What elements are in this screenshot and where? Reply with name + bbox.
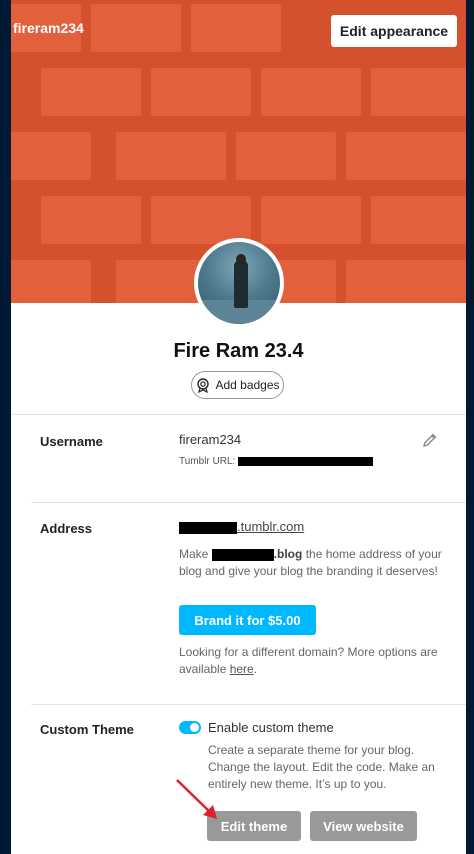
brick <box>11 260 91 303</box>
brick <box>236 132 336 180</box>
more-options-label: Looking for a different domain? More opt… <box>179 645 438 676</box>
address-label: Address <box>40 521 93 536</box>
make-prefix: Make <box>179 547 209 561</box>
brick <box>41 68 141 116</box>
brick <box>261 68 361 116</box>
avatar[interactable] <box>194 238 284 328</box>
redacted-domain <box>179 521 237 534</box>
username-value: fireram234 <box>179 432 242 447</box>
toggle-label: Enable custom theme <box>208 720 334 735</box>
brick <box>371 196 466 244</box>
custom-theme-label: Custom Theme <box>40 722 134 737</box>
custom-theme-description: Create a separate theme for your blog. C… <box>208 743 435 791</box>
make-blog: .blog <box>273 547 303 561</box>
here-link[interactable]: here <box>230 662 254 676</box>
more-options-text: Looking for a different domain? More opt… <box>179 644 449 678</box>
brick <box>151 68 251 116</box>
brick <box>41 196 141 244</box>
divider <box>11 414 466 415</box>
tumblr-url-label: Tumblr URL: <box>179 456 236 467</box>
enable-custom-theme-toggle[interactable] <box>179 721 201 734</box>
redacted-url <box>238 456 374 466</box>
period: . <box>253 662 258 676</box>
blog-settings-panel: fireram234 Edit appearance Fire Ram 23.4… <box>11 0 466 854</box>
brick <box>116 132 226 180</box>
redacted-blog-name <box>211 548 274 561</box>
brick <box>151 196 251 244</box>
brick <box>261 196 361 244</box>
blog-title: Fire Ram 23.4 <box>173 340 304 362</box>
edit-appearance-button[interactable]: Edit appearance <box>331 15 457 47</box>
domain-link[interactable]: .tumblr.com <box>237 519 304 534</box>
address-description: Make .blog the home address of your blog… <box>179 546 449 580</box>
blog-name: fireram234 <box>13 20 84 36</box>
brick <box>346 260 466 303</box>
address-value: .tumblr.com <box>179 519 304 534</box>
brick <box>191 4 281 52</box>
add-badges-label: Add badges <box>215 378 280 392</box>
tumblr-url-row: Tumblr URL: <box>179 456 374 467</box>
brick <box>91 4 181 52</box>
avatar-figure <box>234 260 248 308</box>
brick <box>11 132 91 180</box>
divider <box>31 704 466 705</box>
brick <box>371 68 466 116</box>
pencil-icon[interactable] <box>422 432 438 448</box>
badge-icon <box>197 378 210 393</box>
brick <box>346 132 466 180</box>
view-website-button[interactable]: View website <box>310 811 417 841</box>
divider <box>31 502 466 503</box>
add-badges-button[interactable]: Add badges <box>191 371 284 399</box>
username-label: Username <box>40 434 103 449</box>
avatar-head <box>236 254 246 264</box>
red-arrow-annotation <box>176 779 217 819</box>
brand-it-button[interactable]: Brand it for $5.00 <box>179 605 316 635</box>
